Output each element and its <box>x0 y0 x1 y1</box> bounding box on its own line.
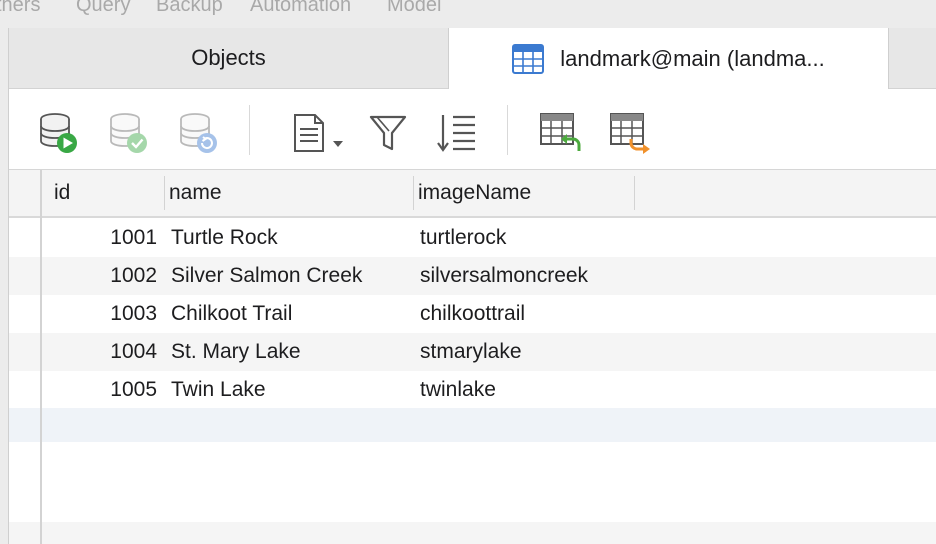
column-divider[interactable] <box>413 176 414 210</box>
grid-header: id name imageName <box>9 170 936 218</box>
empty-row[interactable] <box>9 522 936 544</box>
column-header-id[interactable]: id <box>54 170 164 216</box>
menu-item-others[interactable]: thers <box>0 0 40 17</box>
table-icon <box>512 43 545 74</box>
cell-imagename[interactable]: silversalmoncreek <box>420 257 588 295</box>
cell-imagename[interactable]: twinlake <box>420 371 496 409</box>
sidebar-edge <box>0 28 9 544</box>
cell-name[interactable]: Turtle Rock <box>171 219 278 257</box>
cell-name[interactable]: St. Mary Lake <box>171 333 301 371</box>
cell-id[interactable]: 1002 <box>51 257 157 295</box>
cell-imagename[interactable]: chilkoottrail <box>420 295 525 333</box>
export-icon[interactable] <box>609 111 653 155</box>
menu-item-query[interactable]: Query <box>76 0 130 17</box>
cell-name[interactable]: Twin Lake <box>171 371 266 409</box>
menu-item-backup[interactable]: Backup <box>156 0 223 17</box>
table-row[interactable]: 1005 Twin Lake twinlake <box>9 371 936 409</box>
cell-id[interactable]: 1005 <box>51 371 157 409</box>
cell-id[interactable]: 1001 <box>51 219 157 257</box>
tab-landmark-table[interactable]: landmark@main (landma... <box>448 28 889 89</box>
commit-icon[interactable] <box>107 111 151 155</box>
column-header-name[interactable]: name <box>169 170 413 216</box>
cell-name[interactable]: Silver Salmon Creek <box>171 257 362 295</box>
column-header-imagename[interactable]: imageName <box>418 170 634 216</box>
menu-item-model[interactable]: Model <box>387 0 441 17</box>
text-view-icon[interactable] <box>291 111 347 155</box>
tab-landmark-label: landmark@main (landma... <box>560 45 825 71</box>
column-divider[interactable] <box>634 176 635 210</box>
toolbar-separator <box>507 105 508 155</box>
cell-id[interactable]: 1004 <box>51 333 157 371</box>
run-query-icon[interactable] <box>37 111 81 155</box>
cell-id[interactable]: 1003 <box>51 295 157 333</box>
table-row[interactable]: 1001 Turtle Rock turtlerock <box>9 219 936 257</box>
cell-imagename[interactable]: turtlerock <box>420 219 506 257</box>
grid-body: 1001 Turtle Rock turtlerock 1002 Silver … <box>9 218 936 544</box>
toolbar <box>9 89 936 170</box>
cell-imagename[interactable]: stmarylake <box>420 333 522 371</box>
table-row[interactable]: 1002 Silver Salmon Creek silversalmoncre… <box>9 257 936 295</box>
empty-row[interactable] <box>9 408 936 442</box>
tab-objects[interactable]: Objects <box>9 28 448 88</box>
row-header-divider <box>40 170 42 544</box>
table-row[interactable]: 1004 St. Mary Lake stmarylake <box>9 333 936 371</box>
tab-objects-label: Objects <box>191 45 266 70</box>
toolbar-separator <box>249 105 250 155</box>
cell-name[interactable]: Chilkoot Trail <box>171 295 292 333</box>
filter-icon[interactable] <box>367 111 411 155</box>
refresh-icon[interactable] <box>177 111 221 155</box>
tab-bar: Objects landmark@main (landma... <box>9 28 936 89</box>
menu-item-automation[interactable]: Automation <box>250 0 351 17</box>
table-row[interactable]: 1003 Chilkoot Trail chilkoottrail <box>9 295 936 333</box>
import-icon[interactable] <box>539 111 583 155</box>
sort-icon[interactable] <box>435 111 479 155</box>
menu-bar: thers Query Backup Automation Model <box>0 0 936 29</box>
column-divider[interactable] <box>164 176 165 210</box>
